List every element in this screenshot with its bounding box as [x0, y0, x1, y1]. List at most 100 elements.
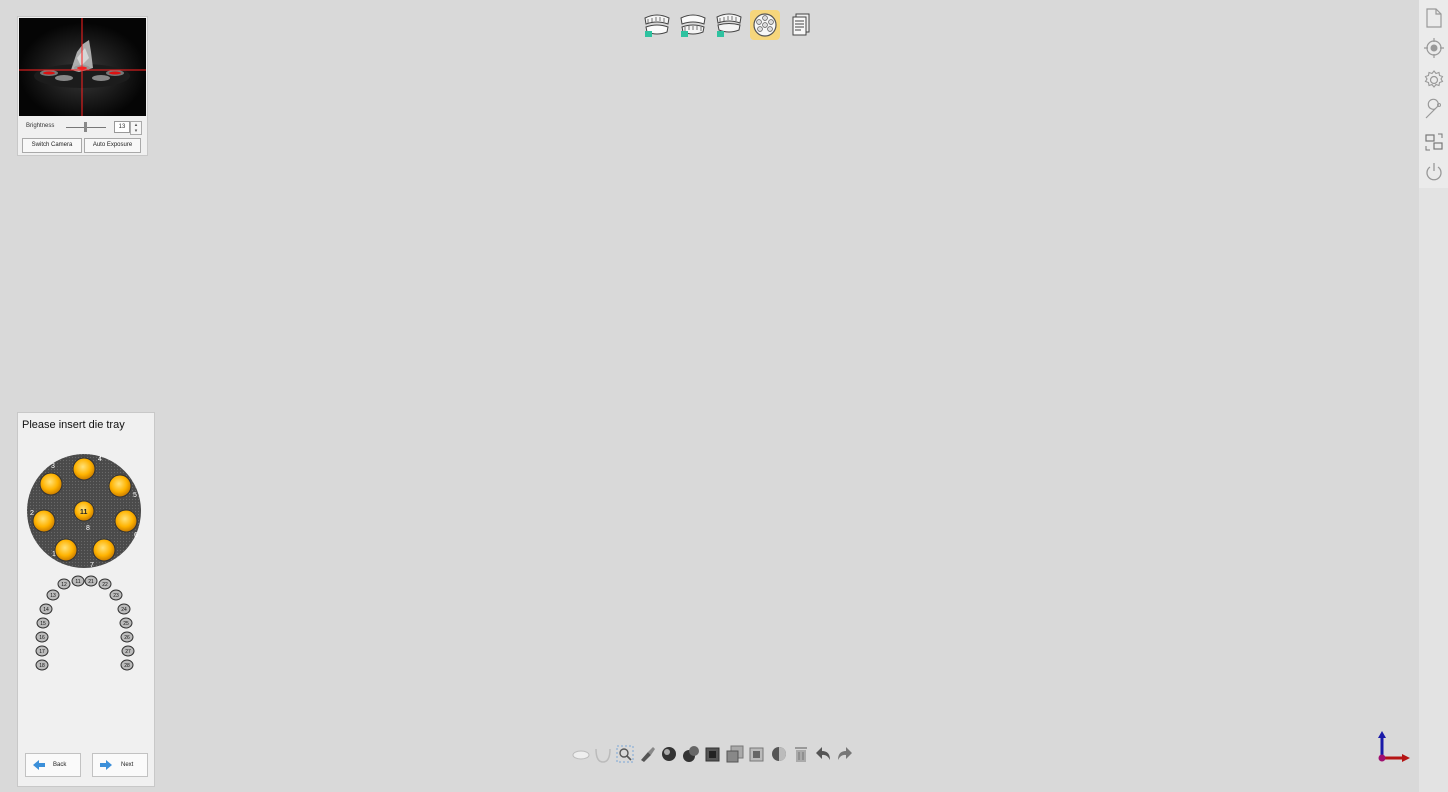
tooth-27[interactable]: 27 [121, 645, 135, 657]
multi-sphere-icon [683, 746, 699, 762]
svg-text:28: 28 [124, 663, 130, 669]
calibration-button[interactable] [1422, 36, 1446, 60]
tooth-12[interactable]: 12 [57, 578, 71, 590]
brightness-row: Brightness 13 ▴ ▾ [18, 119, 147, 135]
top-toolbar [642, 10, 817, 40]
calibration-target-icon [1424, 38, 1444, 58]
tooth-24[interactable]: 24 [117, 603, 131, 615]
fit-view-button[interactable] [1422, 130, 1446, 154]
zoom-select-icon [616, 745, 634, 763]
tooth-21[interactable]: 21 [84, 575, 98, 587]
slot-number: 3 [51, 463, 55, 470]
tooth-28[interactable]: 28 [120, 659, 134, 671]
report-icon [792, 13, 810, 36]
tooth-14[interactable]: 14 [39, 603, 53, 615]
undo-button[interactable] [814, 744, 832, 764]
slot-number: 7 [90, 562, 94, 569]
redo-button[interactable] [836, 744, 854, 764]
tray-slot[interactable] [108, 474, 132, 498]
svg-text:21: 21 [88, 579, 94, 585]
lower-jaw-view-icon [595, 748, 611, 763]
spin-down-icon[interactable]: ▾ [131, 128, 141, 134]
tray-slot[interactable] [54, 538, 78, 562]
svg-text:25: 25 [123, 621, 129, 627]
svg-text:17: 17 [39, 649, 45, 655]
next-label: Next [121, 762, 134, 768]
fit-view-icon [1425, 133, 1443, 151]
delete-icon [795, 747, 807, 762]
tooth-13[interactable]: 13 [46, 589, 60, 601]
svg-text:26: 26 [124, 635, 130, 641]
new-file-icon [1426, 8, 1442, 28]
multi-sphere-button[interactable] [682, 744, 700, 764]
zoom-select-button[interactable] [616, 744, 634, 764]
lower-jaw-scan-icon [680, 14, 706, 37]
tooth-25[interactable]: 25 [119, 617, 133, 629]
die-tray-diagram: 1 2 3 4 5 6 7 8 11 [27, 454, 141, 569]
upper-jaw-scan-button[interactable] [642, 10, 672, 40]
svg-text:14: 14 [43, 607, 49, 613]
redo-icon [838, 747, 852, 760]
die-tray-panel: Please insert die tray 1 2 3 4 5 6 7 8 1… [17, 412, 155, 787]
half-sphere-icon [772, 747, 786, 761]
upper-jaw-view-button[interactable] [572, 744, 590, 764]
brightness-slider-thumb[interactable] [84, 122, 87, 132]
brush-tool-icon [641, 747, 655, 762]
slot-number: 5 [133, 492, 137, 499]
svg-text:16: 16 [39, 635, 45, 641]
delete-button[interactable] [792, 744, 810, 764]
tooth-15[interactable]: 15 [36, 617, 50, 629]
lower-jaw-view-button[interactable] [594, 744, 612, 764]
svg-text:12: 12 [61, 582, 67, 588]
tooth-11[interactable]: 11 [71, 575, 85, 587]
next-button[interactable]: Next [92, 753, 148, 777]
slot-number: 4 [98, 456, 102, 463]
brightness-spinner[interactable]: ▴ ▾ [130, 121, 142, 135]
settings-button[interactable] [1422, 68, 1446, 92]
svg-text:27: 27 [125, 649, 131, 655]
power-button[interactable] [1422, 160, 1446, 184]
svg-text:13: 13 [50, 593, 56, 599]
auto-exposure-button[interactable]: Auto Exposure [84, 138, 141, 153]
new-file-button[interactable] [1422, 6, 1446, 30]
cut-square-button[interactable] [704, 744, 722, 764]
die-tray-scan-button[interactable] [750, 10, 780, 40]
upper-jaw-view-icon [572, 750, 590, 760]
tray-slot[interactable] [92, 538, 116, 562]
brush-tool-button[interactable] [638, 744, 656, 764]
camera-preview[interactable] [19, 18, 146, 116]
tooth-17[interactable]: 17 [35, 645, 49, 657]
tools-button[interactable] [1422, 98, 1446, 122]
next-arrow-icon [100, 760, 112, 770]
tooth-arch-diagram: 12 11 21 22 13 14 15 16 17 18 23 24 25 2… [35, 575, 135, 671]
tray-slot[interactable] [39, 472, 63, 496]
clone-square-icon [726, 745, 744, 763]
upper-jaw-scan-icon [644, 14, 670, 37]
tooth-23[interactable]: 23 [109, 589, 123, 601]
switch-camera-button[interactable]: Switch Camera [22, 138, 82, 153]
back-button[interactable]: Back [25, 753, 81, 777]
back-arrow-icon [33, 760, 45, 770]
bite-scan-button[interactable] [714, 10, 744, 40]
tooth-16[interactable]: 16 [35, 631, 49, 643]
fill-sphere-button[interactable] [660, 744, 678, 764]
tray-slot[interactable] [114, 509, 138, 533]
tray-slot[interactable] [72, 457, 96, 481]
tray-slot[interactable] [32, 509, 56, 533]
svg-text:18: 18 [39, 663, 45, 669]
report-button[interactable] [786, 10, 816, 40]
svg-text:22: 22 [102, 582, 108, 588]
camera-panel: Brightness 13 ▴ ▾ Switch Camera Auto Exp… [17, 16, 148, 156]
tooth-18[interactable]: 18 [35, 659, 49, 671]
layer-square-button[interactable] [748, 744, 766, 764]
fill-sphere-icon [662, 747, 676, 761]
bite-scan-icon [716, 13, 742, 37]
tooth-26[interactable]: 26 [120, 631, 134, 643]
lower-jaw-scan-button[interactable] [678, 10, 708, 40]
clone-square-button[interactable] [726, 744, 744, 764]
brightness-value-field[interactable]: 13 [114, 121, 130, 133]
tools-wrench-icon [1425, 98, 1441, 119]
tooth-22[interactable]: 22 [98, 578, 112, 590]
slot-number: 6 [134, 532, 138, 539]
half-sphere-button[interactable] [770, 744, 788, 764]
